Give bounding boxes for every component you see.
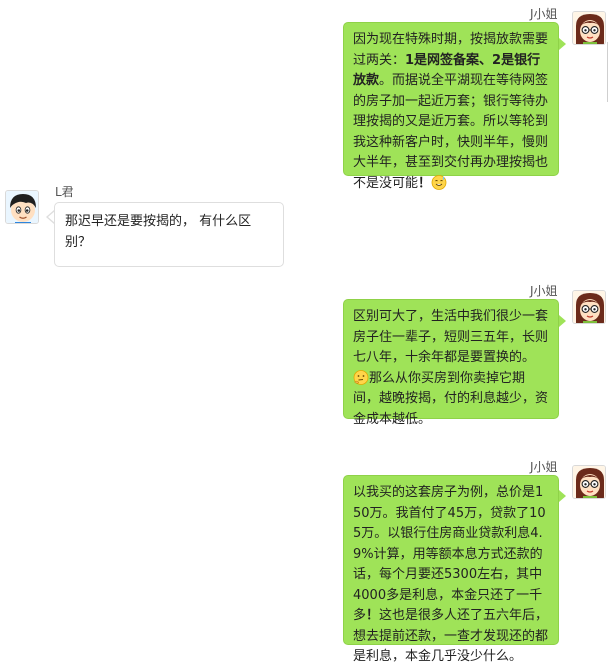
girl-with-glasses-avatar[interactable] — [572, 11, 606, 45]
sweat-smile-emoji-icon — [431, 174, 447, 190]
sender-name: J小姐 — [530, 460, 558, 474]
message-text: 那么从你买房到你卖掉它期间，越晚按揭，付的利息越少，资金成本越低。 — [353, 370, 549, 427]
message-bubble[interactable]: 那迟早还是要按揭的， 有什么区别？ — [54, 202, 284, 267]
sender-name: L君 — [55, 185, 74, 199]
message-text-bold: ！ — [366, 608, 380, 623]
message-text: 这也是很多人还了五六年后，想去提前还款，一查才发现还的都是利息，本金几乎没少什么… — [353, 608, 549, 664]
boy-avatar[interactable] — [5, 190, 39, 224]
bubble-tail — [559, 490, 566, 502]
bubble-tail — [559, 315, 566, 327]
sender-name: J小姐 — [530, 284, 558, 298]
message-text: 区别可大了，生活中我们很少一套房子住一辈子，短则三五年，长则七八年，十余年都是要… — [353, 309, 549, 365]
message-text: 。而据说全平湖现在等待网签的房子加一起近万套；银行等待办理按揭的又是近万套。所以… — [353, 73, 549, 191]
girl-with-glasses-avatar[interactable] — [572, 465, 606, 499]
girl-with-glasses-avatar[interactable] — [572, 290, 606, 324]
thinking-emoji-icon — [353, 369, 369, 385]
sender-name: J小姐 — [530, 7, 558, 21]
bubble-tail — [559, 38, 566, 50]
message-text-bold: ！ — [418, 175, 432, 191]
message-text: 那迟早还是要按揭的， 有什么区别？ — [65, 214, 252, 250]
message-bubble[interactable]: 以我买的这套房子为例，总价是150万。我首付了45万，贷款了105万。以银行住房… — [343, 475, 559, 664]
message-bubble[interactable]: 区别可大了，生活中我们很少一套房子住一辈子，短则三五年，长则七八年，十余年都是要… — [343, 299, 559, 427]
message-bubble[interactable]: 因为现在特殊时期，按揭放款需要过两关：1是网签备案、2是银行放款。而据说全平湖现… — [343, 22, 559, 191]
message-text: 以我买的这套房子为例，总价是150万。我首付了45万，贷款了105万。以银行住房… — [353, 485, 546, 623]
